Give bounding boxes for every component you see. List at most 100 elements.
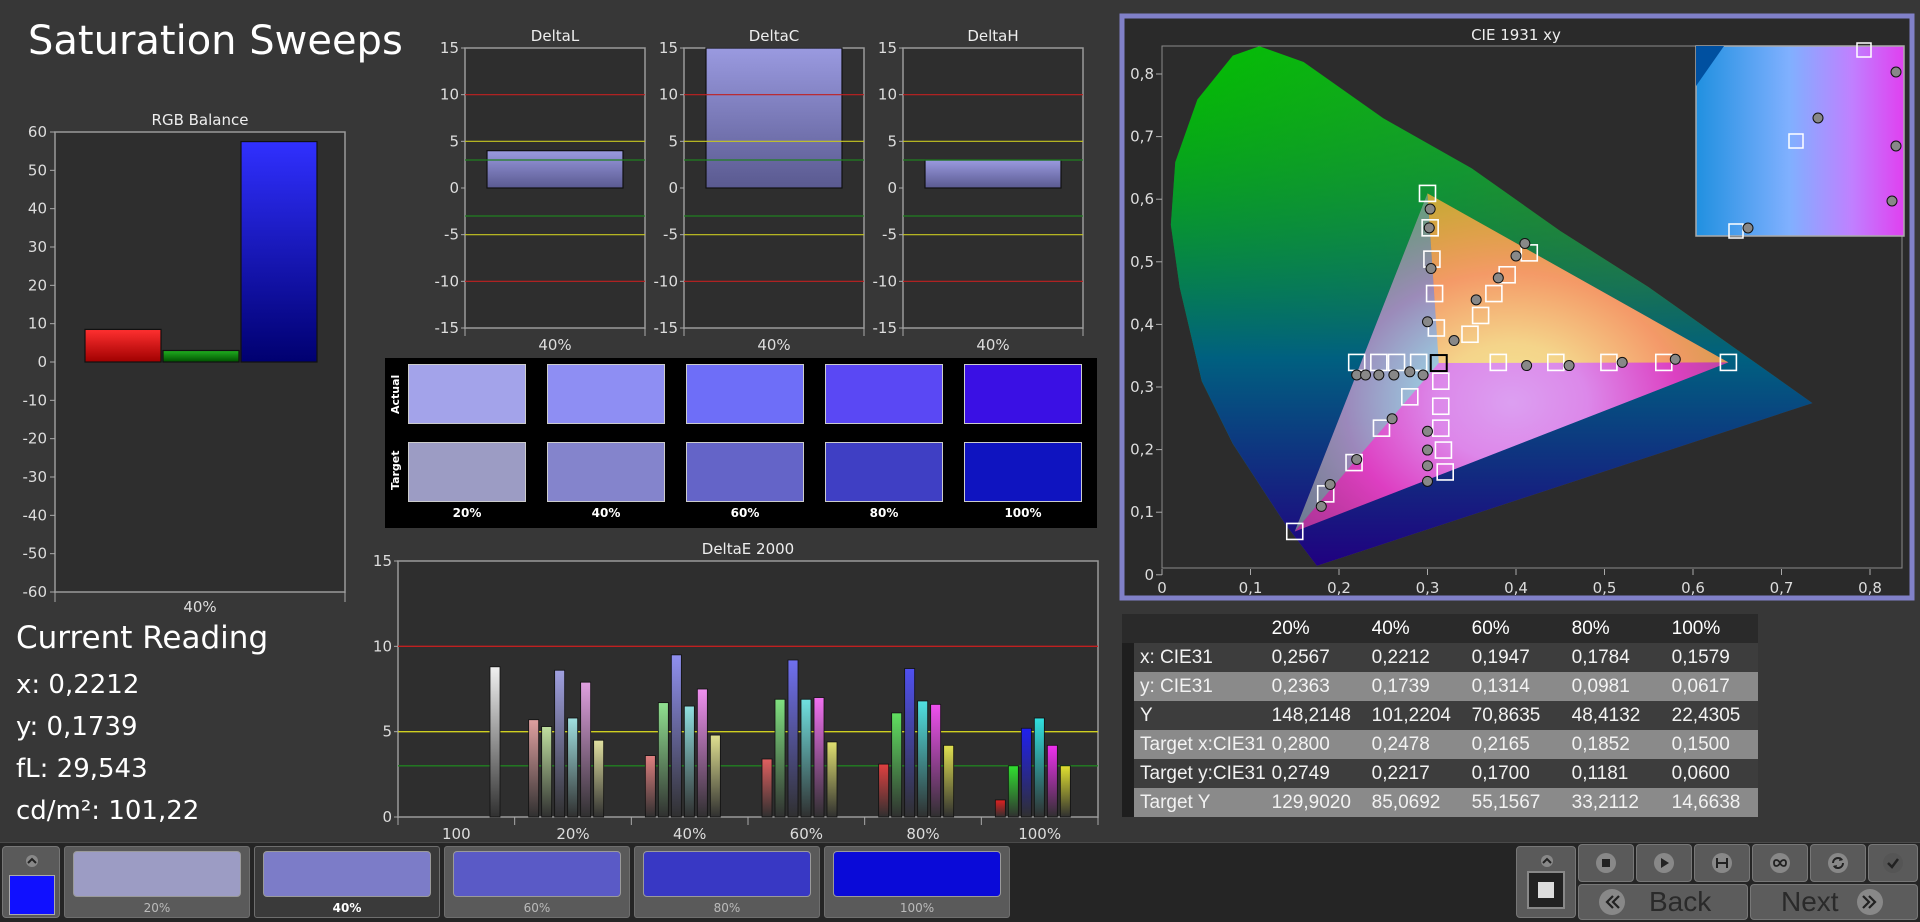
delta-chart-title: DeltaH <box>967 27 1018 45</box>
x-tick-label: 0,4 <box>1504 579 1528 597</box>
table-header-cell: 100% <box>1665 614 1758 643</box>
measured-point <box>1422 460 1433 472</box>
table-cell: 0,2478 <box>1365 730 1466 759</box>
row-label: Target Y <box>1134 788 1266 817</box>
delta-e-bar <box>696 688 708 818</box>
actual-swatch <box>964 364 1082 424</box>
y-tick-label: -60 <box>23 583 48 601</box>
x-tick-label: 0,7 <box>1770 579 1794 597</box>
measured-point <box>1470 294 1482 306</box>
swatch-column-label: 100% <box>1004 506 1042 520</box>
current-swatch-button[interactable] <box>2 846 60 918</box>
delta-e-x-label: 20% <box>556 825 589 843</box>
measured-point <box>1422 316 1433 328</box>
y-tick-label: -15 <box>435 319 460 337</box>
check-icon <box>1883 853 1903 873</box>
nav-tab-80pct[interactable]: 80% <box>634 846 820 918</box>
swatch-column-label: 20% <box>452 506 482 520</box>
y-tick-label: 0,1 <box>1130 503 1154 521</box>
play-button[interactable] <box>1636 844 1692 882</box>
table-header-row: 20% 40% 60% 80% 100% <box>1122 614 1758 643</box>
delta-x-label: 40% <box>757 336 790 354</box>
table-cell: 0,2363 <box>1265 672 1366 701</box>
table-cell: 70,8635 <box>1465 701 1566 730</box>
swatch-column-label: 60% <box>730 506 760 520</box>
table-cell: 101,2204 <box>1365 701 1466 730</box>
nav-tab-60pct[interactable]: 60% <box>444 846 630 918</box>
swatch-column-label: 80% <box>869 506 899 520</box>
delta-e-bar <box>567 717 579 818</box>
delta-e-bar <box>826 741 838 818</box>
reading-fl: fL: 29,543 <box>16 754 148 784</box>
table-cell: 48,4132 <box>1565 701 1666 730</box>
nav-tab-20pct[interactable]: 20% <box>64 846 250 918</box>
stop-square-icon <box>1596 853 1616 873</box>
measured-point <box>1351 453 1363 465</box>
table-cell: 0,2800 <box>1265 730 1366 759</box>
delta-e-bar <box>1059 765 1071 818</box>
double-chevron-left-icon <box>1599 889 1625 915</box>
delta-e-plot-area <box>397 560 1099 818</box>
delta-e-bar <box>657 702 669 818</box>
row-marker <box>1122 672 1134 701</box>
nav-tab-label: 80% <box>713 901 741 915</box>
table-header-cell: 80% <box>1565 614 1666 643</box>
target-swatch <box>547 442 665 502</box>
table-cell: 0,2567 <box>1265 643 1366 672</box>
table-cell: 0,1739 <box>1365 672 1466 701</box>
y-tick-label: 50 <box>28 161 47 179</box>
table-cell: 22,4305 <box>1665 701 1758 730</box>
delta-e-bar <box>1007 765 1019 818</box>
table-cell: 148,2148 <box>1265 701 1366 730</box>
y-tick-label: 0 <box>37 353 47 371</box>
y-tick-label: 0,8 <box>1130 65 1154 83</box>
nav-tab-100pct[interactable]: 100% <box>824 846 1010 918</box>
infinity-icon <box>1770 853 1790 873</box>
nav-tab-label: 20% <box>143 901 171 915</box>
y-tick-label: -10 <box>873 272 898 290</box>
next-label: Next <box>1781 886 1839 917</box>
delta-e-x-label: 100 <box>442 825 471 843</box>
delta-chart-title: DeltaC <box>749 27 800 45</box>
measured-point <box>1404 366 1416 378</box>
delta-bar <box>486 150 624 189</box>
measure-range-button[interactable] <box>1694 844 1750 882</box>
nav-tab-40pct[interactable]: 40% <box>254 846 440 918</box>
actual-row-label: Actual <box>389 374 402 414</box>
delta-e-bar <box>994 799 1006 818</box>
continuous-button[interactable] <box>1752 844 1808 882</box>
nav-tab-label: 40% <box>332 901 362 915</box>
stop-measure-button[interactable] <box>1516 846 1576 918</box>
refresh-button[interactable] <box>1810 844 1866 882</box>
table-header-cell: 20% <box>1265 614 1366 643</box>
confirm-button[interactable] <box>1868 844 1918 882</box>
delta-bar <box>924 159 1062 189</box>
red-balance-bar <box>84 328 162 363</box>
y-tick-label: -50 <box>23 545 48 563</box>
measured-point <box>1315 500 1327 512</box>
delta-e-bar <box>761 758 773 818</box>
y-tick-label: -15 <box>873 319 898 337</box>
next-button[interactable]: Next <box>1750 884 1918 920</box>
row-marker <box>1122 759 1134 788</box>
y-tick-label: -10 <box>654 272 679 290</box>
target-swatch <box>825 442 943 502</box>
delta-e-bar <box>541 726 553 818</box>
delta-e-x-label: 100% <box>1018 825 1061 843</box>
row-marker <box>1122 701 1134 730</box>
table-cell: 85,0692 <box>1365 788 1466 817</box>
nav-tab-swatch <box>643 851 811 897</box>
cie-diagram: CIE 1931 xy 0 0,1 0,2 0,3 0,4 0,5 0,6 0,7 0,8 0,8 0… <box>1119 13 1915 601</box>
back-button[interactable]: Back <box>1578 884 1748 920</box>
y-tick-label: 15 <box>878 39 897 57</box>
delta-e-bar <box>1020 727 1032 818</box>
delta-x-label: 40% <box>538 336 571 354</box>
y-tick-label: 10 <box>373 637 392 655</box>
y-tick-label: 15 <box>659 39 678 57</box>
delta-e-bar <box>593 739 605 818</box>
blue-balance-bar <box>240 140 318 363</box>
y-tick-label: -10 <box>435 272 460 290</box>
target-swatch <box>964 442 1082 502</box>
stop-button[interactable] <box>1578 844 1634 882</box>
measurement-table: 20% 40% 60% 80% 100% x: CIE31 0,2567 0,2212 0,19… <box>1122 614 1774 817</box>
